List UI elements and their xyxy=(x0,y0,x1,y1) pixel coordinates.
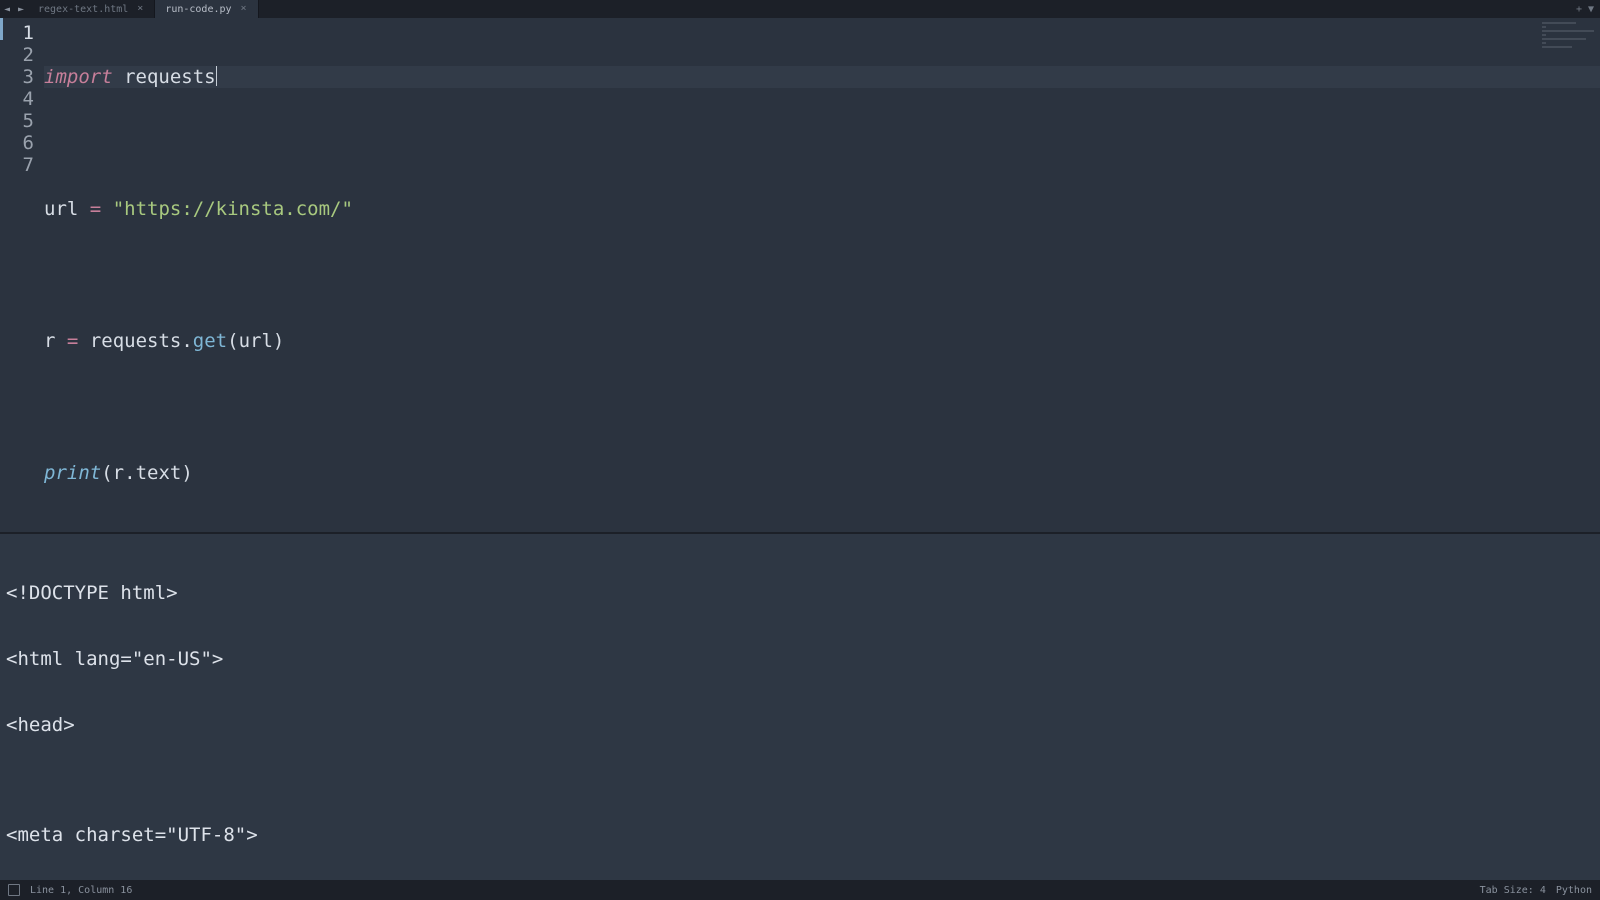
code-area[interactable]: import requests url = "https://kinsta.co… xyxy=(44,18,1600,532)
cursor-position[interactable]: Line 1, Column 16 xyxy=(30,885,132,896)
close-icon[interactable]: × xyxy=(136,5,144,13)
code-line: url = "https://kinsta.com/" xyxy=(44,198,1600,220)
output-line: <!DOCTYPE html> xyxy=(6,582,1594,604)
new-tab-icon[interactable]: + xyxy=(1576,4,1582,15)
token-object: requests xyxy=(90,330,182,352)
line-number: 6 xyxy=(0,132,34,154)
status-bar: Line 1, Column 16 Tab Size: 4 Python xyxy=(0,880,1600,900)
line-number-gutter: 1 2 3 4 5 6 7 xyxy=(0,18,44,532)
active-line-marker xyxy=(0,18,3,40)
output-line: <html lang="en-US"> xyxy=(6,648,1594,670)
code-line xyxy=(44,264,1600,286)
token-object: r xyxy=(113,462,124,484)
tab-label: regex-text.html xyxy=(38,4,128,15)
tab-label: run-code.py xyxy=(165,4,231,15)
line-number: 1 xyxy=(0,22,34,44)
close-icon[interactable]: × xyxy=(240,5,248,13)
tab-menu-icon[interactable]: ▼ xyxy=(1588,4,1594,15)
token-module: requests xyxy=(124,66,216,88)
token-attr: text xyxy=(136,462,182,484)
token-punc: ( xyxy=(227,330,238,352)
token-builtin: print xyxy=(44,462,101,484)
code-line xyxy=(44,132,1600,154)
token-arg: url xyxy=(239,330,273,352)
output-panel[interactable]: <!DOCTYPE html> <html lang="en-US"> <hea… xyxy=(0,534,1600,880)
token-punc: . xyxy=(124,462,135,484)
line-number: 2 xyxy=(0,44,34,66)
token-operator: = xyxy=(90,198,101,220)
token-keyword: import xyxy=(44,66,113,88)
token-punc: ) xyxy=(181,462,192,484)
token-string: "https://kinsta.com/" xyxy=(113,198,353,220)
line-number: 4 xyxy=(0,88,34,110)
minimap[interactable] xyxy=(1542,22,1594,48)
line-number: 3 xyxy=(0,66,34,88)
token-punc: ) xyxy=(273,330,284,352)
indentation-setting[interactable]: Tab Size: 4 xyxy=(1480,885,1546,896)
code-line: print(r.text) xyxy=(44,462,1600,484)
code-line: import requests xyxy=(44,66,1600,88)
code-editor[interactable]: 1 2 3 4 5 6 7 import requests url = "htt… xyxy=(0,18,1600,534)
tab-run-code[interactable]: run-code.py × xyxy=(155,0,258,18)
text-cursor xyxy=(216,66,217,86)
token-var: r xyxy=(44,330,55,352)
token-call: get xyxy=(193,330,227,352)
nav-forward-icon[interactable]: ► xyxy=(14,0,28,18)
line-number: 7 xyxy=(0,154,34,176)
output-line: <head> xyxy=(6,714,1594,736)
token-operator: = xyxy=(67,330,78,352)
language-mode[interactable]: Python xyxy=(1556,885,1592,896)
code-line: r = requests.get(url) xyxy=(44,330,1600,352)
line-number: 5 xyxy=(0,110,34,132)
panel-icon[interactable] xyxy=(8,884,20,896)
tab-regex-text[interactable]: regex-text.html × xyxy=(28,0,155,18)
token-punc: . xyxy=(181,330,192,352)
token-punc: ( xyxy=(101,462,112,484)
tab-bar: ◄ ► regex-text.html × run-code.py × + ▼ xyxy=(0,0,1600,18)
nav-back-icon[interactable]: ◄ xyxy=(0,0,14,18)
token-var: url xyxy=(44,198,78,220)
output-line: <meta charset="UTF-8"> xyxy=(6,824,1594,846)
code-line xyxy=(44,396,1600,418)
